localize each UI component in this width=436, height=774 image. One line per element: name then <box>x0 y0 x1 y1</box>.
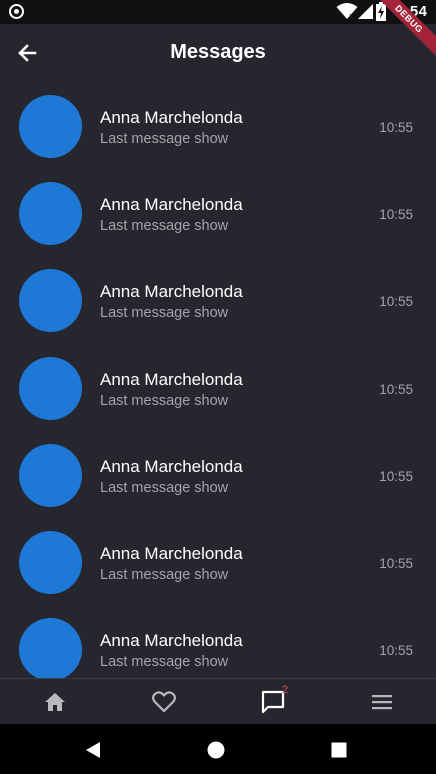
home-icon <box>44 693 65 711</box>
avatar <box>19 443 82 507</box>
message-item[interactable]: Anna Marchelonda Last message show 10:55 <box>0 344 436 431</box>
message-time: 10:55 <box>379 643 413 659</box>
system-recents-button[interactable] <box>326 737 352 763</box>
app-bar: Messages <box>0 24 436 82</box>
avatar <box>19 530 82 594</box>
svg-text:x: x <box>349 12 353 20</box>
last-message: Last message show <box>100 218 229 235</box>
messages-screen: x 5:54 DEBUG Messages Anna Marchelonda <box>0 0 436 774</box>
avatar <box>19 95 82 158</box>
system-nav-bar <box>0 724 436 774</box>
unread-badge: 2 <box>282 684 289 696</box>
avatar <box>19 182 82 246</box>
message-time: 10:55 <box>379 120 413 135</box>
last-message: Last message show <box>100 392 229 409</box>
contact-name: Anna Marchelonda <box>100 456 243 476</box>
message-time: 10:55 <box>379 294 413 310</box>
status-bar: x 5:54 <box>0 0 436 24</box>
last-message: Last message show <box>100 479 229 496</box>
message-list[interactable]: Anna Marchelonda Last message show 10:55… <box>0 82 436 678</box>
nav-home[interactable] <box>0 679 109 725</box>
bottom-nav: 2 <box>0 678 436 724</box>
home-circle-icon <box>207 741 225 759</box>
recents-square-icon <box>331 742 347 758</box>
record-icon <box>9 4 24 19</box>
contact-name: Anna Marchelonda <box>100 195 243 215</box>
message-item[interactable]: Anna Marchelonda Last message show 10:55 <box>0 518 436 605</box>
nav-messages[interactable]: 2 <box>218 679 327 725</box>
message-item[interactable]: Anna Marchelonda Last message show 10:55 <box>0 605 436 678</box>
message-time: 10:55 <box>379 468 413 484</box>
message-time: 10:55 <box>379 207 413 223</box>
contact-name: Anna Marchelonda <box>100 108 243 127</box>
last-message: Last message show <box>100 566 229 583</box>
avatar <box>19 356 82 420</box>
nav-menu[interactable] <box>327 679 436 725</box>
contact-name: Anna Marchelonda <box>100 369 243 389</box>
message-item[interactable]: Anna Marchelonda Last message show 10:55 <box>0 82 436 169</box>
last-message: Last message show <box>100 131 229 147</box>
message-item[interactable]: Anna Marchelonda Last message show 10:55 <box>0 256 436 343</box>
page-title: Messages <box>170 41 266 63</box>
contact-name: Anna Marchelonda <box>100 631 243 651</box>
message-time: 10:55 <box>379 555 413 571</box>
nav-favorites[interactable] <box>109 679 218 725</box>
message-item[interactable]: Anna Marchelonda Last message show 10:55 <box>0 169 436 256</box>
contact-name: Anna Marchelonda <box>100 543 243 563</box>
system-back-button[interactable] <box>80 737 106 763</box>
heart-icon <box>151 691 176 713</box>
avatar <box>19 618 82 678</box>
message-item[interactable]: Anna Marchelonda Last message show 10:55 <box>0 431 436 518</box>
last-message: Last message show <box>100 654 229 671</box>
message-time: 10:55 <box>379 381 413 397</box>
back-triangle-icon <box>86 742 100 758</box>
menu-icon <box>371 695 392 710</box>
avatar <box>19 269 82 333</box>
signal-icon <box>358 4 373 19</box>
contact-name: Anna Marchelonda <box>100 282 243 302</box>
wifi-icon: x <box>336 3 358 20</box>
system-home-button[interactable] <box>203 737 229 763</box>
chat-icon <box>261 690 284 714</box>
last-message: Last message show <box>100 305 229 322</box>
